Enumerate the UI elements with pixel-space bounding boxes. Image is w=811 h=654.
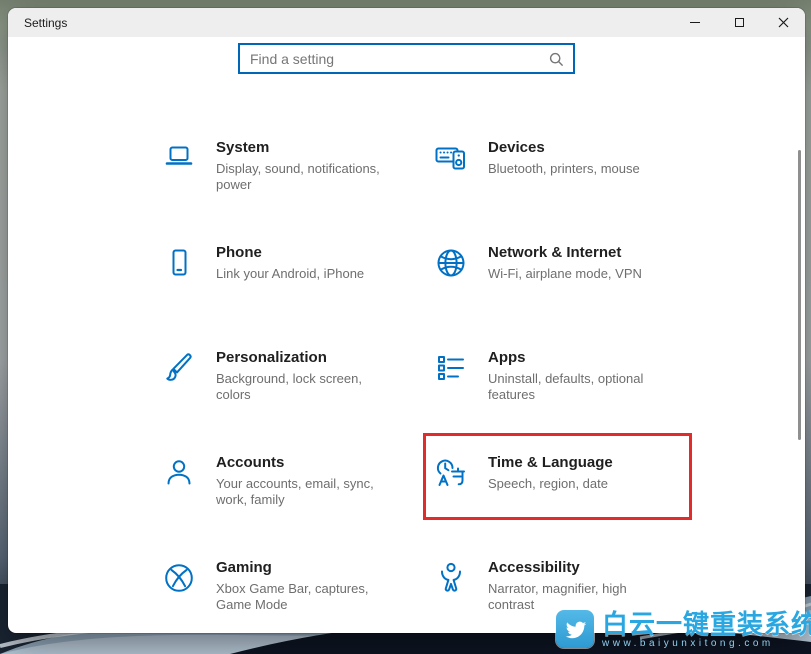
titlebar: Settings — [8, 8, 805, 37]
xbox-icon — [160, 559, 198, 597]
tile-title: Phone — [216, 244, 262, 261]
tile-title: Time & Language — [488, 454, 613, 471]
person-icon — [160, 454, 198, 492]
tile-subtitle: Bluetooth, printers, mouse — [488, 161, 666, 177]
minimize-icon — [690, 22, 700, 23]
maximize-icon — [735, 18, 744, 27]
accessibility-icon — [432, 559, 470, 597]
tile-devices[interactable]: Devices Bluetooth, printers, mouse — [432, 138, 704, 243]
tile-time-language[interactable]: Time & Language Speech, region, date — [432, 453, 704, 558]
tile-subtitle: Link your Android, iPhone — [216, 266, 394, 282]
window-title: Settings — [8, 16, 67, 30]
maximize-button[interactable] — [717, 8, 761, 37]
close-icon — [778, 17, 789, 28]
tile-title: System — [216, 139, 269, 156]
vertical-scrollbar-thumb[interactable] — [798, 150, 801, 440]
tile-network-internet[interactable]: Network & Internet Wi-Fi, airplane mode,… — [432, 243, 704, 348]
tile-subtitle: Speech, region, date — [488, 476, 666, 492]
search-icon — [548, 51, 565, 68]
tile-accounts[interactable]: Accounts Your accounts, email, sync, wor… — [160, 453, 432, 558]
paintbrush-icon — [160, 349, 198, 387]
tile-gaming[interactable]: Gaming Xbox Game Bar, captures, Game Mod… — [160, 558, 432, 633]
tile-personalization[interactable]: Personalization Background, lock screen,… — [160, 348, 432, 453]
tile-title: Personalization — [216, 349, 327, 366]
settings-window: Settings — [8, 8, 805, 633]
watermark-brand-text: 白云一键重装系统 — [602, 610, 811, 638]
globe-icon — [432, 244, 470, 282]
tile-phone[interactable]: Phone Link your Android, iPhone — [160, 243, 432, 348]
tile-subtitle: Background, lock screen, colors — [216, 371, 394, 403]
clock-language-icon — [432, 454, 470, 492]
tile-apps[interactable]: Apps Uninstall, defaults, optional featu… — [432, 348, 704, 453]
laptop-icon — [160, 139, 198, 177]
close-button[interactable] — [761, 8, 805, 37]
tile-subtitle: Xbox Game Bar, captures, Game Mode — [216, 581, 394, 613]
tile-subtitle: Uninstall, defaults, optional features — [488, 371, 666, 403]
twitter-bird-icon — [556, 610, 594, 648]
watermark-url-text: www.baiyunxitong.com — [602, 638, 811, 650]
phone-icon — [160, 244, 198, 282]
minimize-button[interactable] — [673, 8, 717, 37]
tile-title: Accounts — [216, 454, 284, 471]
tile-subtitle: Your accounts, email, sync, work, family — [216, 476, 394, 508]
tile-system[interactable]: System Display, sound, notifications, po… — [160, 138, 432, 243]
tile-subtitle: Display, sound, notifications, power — [216, 161, 394, 193]
search-box — [238, 43, 575, 74]
search-input[interactable] — [240, 45, 573, 72]
tile-subtitle: Wi-Fi, airplane mode, VPN — [488, 266, 666, 282]
tile-title: Accessibility — [488, 559, 580, 576]
watermark: 白云一键重装系统 www.baiyunxitong.com — [556, 610, 811, 650]
devices-icon — [432, 139, 470, 177]
tile-title: Devices — [488, 139, 545, 156]
tile-title: Network & Internet — [488, 244, 621, 261]
apps-list-icon — [432, 349, 470, 387]
tile-title: Gaming — [216, 559, 272, 576]
settings-category-grid: System Display, sound, notifications, po… — [160, 138, 704, 633]
tile-title: Apps — [488, 349, 526, 366]
